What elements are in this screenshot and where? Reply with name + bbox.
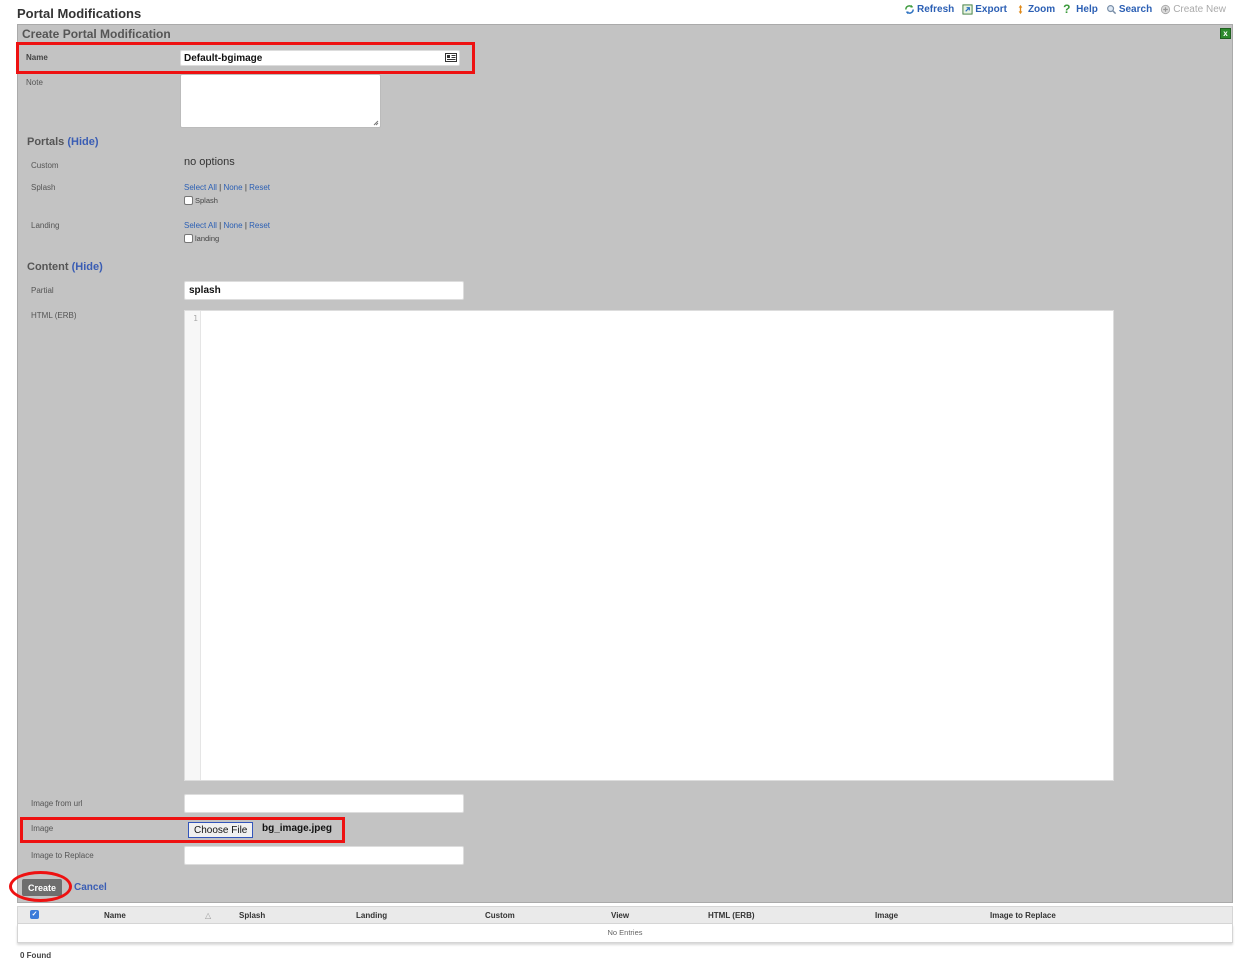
export-icon — [962, 4, 973, 15]
create-new-icon — [1161, 4, 1171, 15]
cancel-link[interactable]: Cancel — [74, 882, 107, 893]
col-html-erb[interactable]: HTML (ERB) — [708, 911, 755, 920]
found-count: 0 Found — [20, 951, 52, 960]
table-header: ✓ Name △ Splash Landing Custom View HTML… — [17, 906, 1233, 924]
image-to-replace-field[interactable] — [184, 846, 464, 865]
splash-checkbox[interactable] — [184, 196, 193, 205]
refresh-label: Refresh — [917, 4, 955, 15]
custom-label: Custom — [31, 161, 59, 170]
col-splash[interactable]: Splash — [239, 911, 265, 920]
contact-card-icon[interactable] — [445, 53, 457, 62]
create-new-label: Create New — [1173, 4, 1226, 15]
close-icon[interactable]: x — [1220, 28, 1231, 39]
col-image-to-replace[interactable]: Image to Replace — [990, 911, 1056, 920]
splash-checkbox-row: Splash — [184, 196, 218, 205]
splash-links: Select All | None | Reset — [184, 183, 270, 192]
refresh-button[interactable]: Refresh — [904, 4, 954, 15]
search-button[interactable]: Search — [1106, 4, 1152, 15]
partial-value: splash — [189, 285, 221, 296]
partial-label: Partial — [31, 286, 54, 295]
splash-sep-1: | — [219, 183, 222, 192]
landing-sep-1: | — [219, 221, 222, 230]
toolbar: Refresh Export Zoom ? Help Search Create… — [904, 2, 1226, 16]
portals-heading-text: Portals — [27, 136, 65, 148]
editor-gutter: 1 — [185, 311, 201, 780]
note-label: Note — [26, 78, 43, 87]
splash-reset-link[interactable]: Reset — [249, 183, 270, 192]
col-custom[interactable]: Custom — [485, 911, 515, 920]
chosen-file-name: bg_image.jpeg — [262, 823, 333, 834]
content-heading: Content (Hide) — [27, 261, 103, 273]
portals-heading: Portals (Hide) — [27, 136, 99, 148]
page-title: Portal Modifications — [17, 6, 142, 21]
export-label: Export — [975, 4, 1007, 15]
splash-none-link[interactable]: None — [223, 183, 242, 192]
portals-hide-link[interactable]: (Hide) — [67, 136, 98, 148]
col-landing[interactable]: Landing — [356, 911, 387, 920]
splash-sep-2: | — [244, 183, 247, 192]
landing-checkbox[interactable] — [184, 234, 193, 243]
export-button[interactable]: Export — [962, 4, 1007, 15]
select-all-checkbox[interactable]: ✓ — [30, 910, 39, 919]
no-entries-text: No Entries — [607, 928, 643, 937]
splash-select-all-link[interactable]: Select All — [184, 183, 217, 192]
note-textarea[interactable] — [180, 74, 381, 128]
splash-checkbox-label: Splash — [195, 196, 218, 205]
zoom-icon — [1018, 4, 1023, 15]
landing-label: Landing — [31, 221, 60, 230]
image-to-replace-label: Image to Replace — [31, 851, 94, 860]
form-title: Create Portal Modification — [22, 27, 171, 41]
table-body: No Entries — [17, 924, 1233, 943]
html-erb-label: HTML (ERB) — [31, 311, 77, 320]
landing-reset-link[interactable]: Reset — [249, 221, 270, 230]
help-icon: ? — [1063, 2, 1071, 16]
search-label: Search — [1118, 4, 1153, 15]
landing-none-link[interactable]: None — [223, 221, 242, 230]
resize-handle-icon[interactable] — [373, 120, 379, 126]
create-new-button[interactable]: Create New — [1160, 4, 1226, 15]
image-from-url-field[interactable] — [184, 794, 464, 813]
image-from-url-label: Image from url — [31, 799, 83, 808]
help-button[interactable]: ? Help — [1063, 2, 1098, 16]
sort-indicator-icon[interactable]: △ — [205, 911, 211, 920]
col-view[interactable]: View — [611, 911, 629, 920]
zoom-label: Zoom — [1027, 4, 1056, 15]
landing-checkbox-label: landing — [195, 234, 220, 243]
refresh-icon — [905, 4, 914, 15]
name-label: Name — [26, 53, 48, 62]
content-heading-text: Content — [27, 261, 69, 273]
help-label: Help — [1076, 4, 1098, 15]
landing-links: Select All | None | Reset — [184, 221, 270, 230]
html-erb-editor[interactable]: 1 — [184, 310, 1114, 781]
choose-file-button[interactable]: Choose File — [188, 822, 254, 838]
col-name[interactable]: Name — [104, 911, 126, 920]
splash-label: Splash — [31, 183, 56, 192]
create-highlight-ring — [9, 871, 72, 902]
name-value: Default-bgimage — [184, 53, 263, 64]
editor-line-number: 1 — [193, 314, 198, 323]
landing-sep-2: | — [244, 221, 247, 230]
image-label: Image — [31, 824, 54, 833]
landing-checkbox-row: landing — [184, 234, 219, 243]
content-hide-link[interactable]: (Hide) — [72, 261, 103, 273]
custom-value: no options — [184, 156, 235, 168]
search-icon — [1106, 5, 1116, 15]
partial-field[interactable]: splash — [184, 281, 464, 300]
col-image[interactable]: Image — [875, 911, 898, 920]
landing-select-all-link[interactable]: Select All — [184, 221, 217, 230]
zoom-button[interactable]: Zoom — [1015, 4, 1055, 15]
name-field[interactable]: Default-bgimage — [180, 50, 460, 66]
